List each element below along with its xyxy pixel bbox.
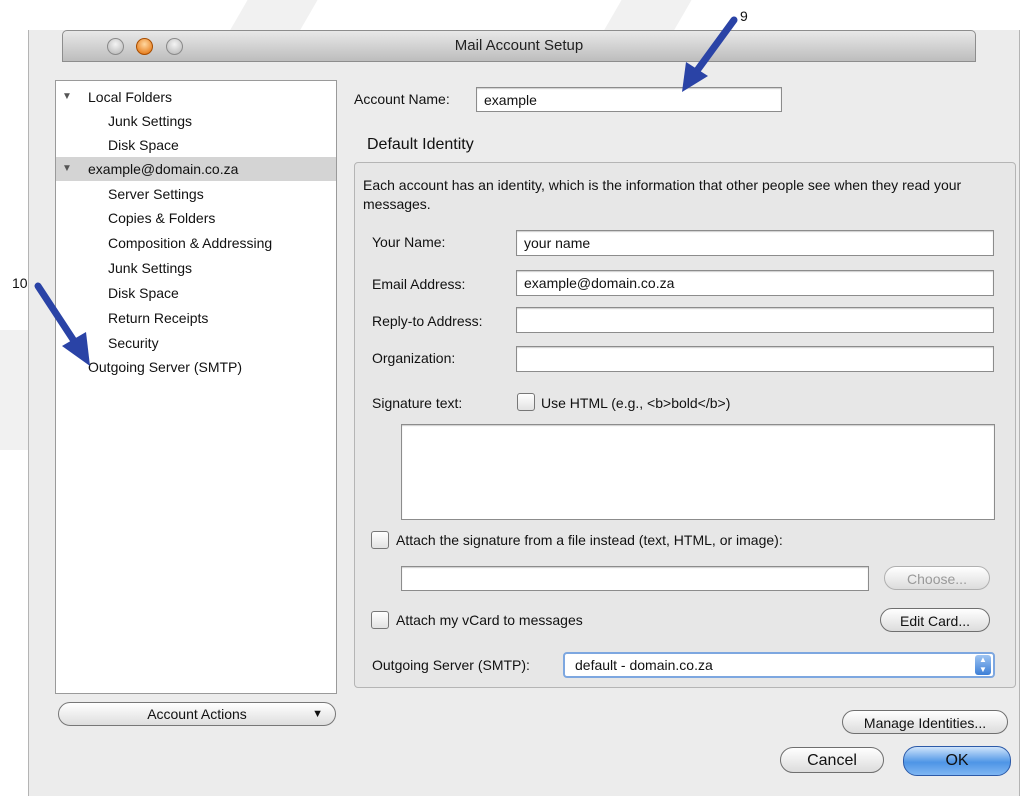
reply-to-label: Reply-to Address: bbox=[372, 313, 483, 329]
your-name-input[interactable]: your name bbox=[516, 230, 994, 256]
disclosure-triangle-icon[interactable]: ▼ bbox=[62, 157, 72, 181]
callout-arrow-10-icon bbox=[34, 282, 90, 366]
tree-item-security[interactable]: Security bbox=[56, 331, 336, 355]
tree-item-label: Local Folders bbox=[88, 89, 173, 105]
cancel-button[interactable]: Cancel bbox=[780, 747, 884, 773]
tree-item-disk-space-2[interactable]: Disk Space bbox=[56, 281, 336, 305]
tree-item-label: example@domain.co.za bbox=[88, 161, 239, 177]
use-html-checkbox[interactable] bbox=[517, 393, 535, 411]
email-address-input[interactable]: example@domain.co.za bbox=[516, 270, 994, 296]
edit-card-button[interactable]: Edit Card... bbox=[880, 608, 990, 632]
title-bar: Mail Account Setup bbox=[62, 30, 976, 62]
tree-item-composition[interactable]: Composition & Addressing bbox=[56, 231, 336, 255]
tree-item-return-receipts[interactable]: Return Receipts bbox=[56, 306, 336, 330]
attach-signature-checkbox[interactable] bbox=[371, 531, 389, 549]
manage-identities-button[interactable]: Manage Identities... bbox=[842, 710, 1008, 734]
tree-item-label: Copies & Folders bbox=[108, 210, 216, 226]
watermark-shape bbox=[0, 330, 28, 450]
account-actions-label: Account Actions bbox=[147, 706, 247, 722]
tree-item-label: Return Receipts bbox=[108, 310, 209, 326]
tree-item-label: Server Settings bbox=[108, 186, 204, 202]
tree-item-label: Security bbox=[108, 335, 159, 351]
your-name-label: Your Name: bbox=[372, 234, 446, 250]
attach-vcard-label: Attach my vCard to messages bbox=[396, 612, 583, 628]
signature-textarea[interactable] bbox=[401, 424, 995, 520]
outgoing-server-value: default - domain.co.za bbox=[575, 657, 713, 673]
signature-text-label: Signature text: bbox=[372, 395, 463, 411]
reply-to-input[interactable] bbox=[516, 307, 994, 333]
ok-button[interactable]: OK bbox=[903, 746, 1011, 776]
signature-file-input[interactable] bbox=[401, 566, 869, 591]
tree-item-label: Junk Settings bbox=[108, 113, 193, 129]
tree-item-label: Composition & Addressing bbox=[108, 235, 273, 251]
tree-item-label: Disk Space bbox=[108, 137, 179, 153]
account-actions-button[interactable]: Account Actions ▼ bbox=[58, 702, 336, 726]
select-stepper-icon: ▲ ▼ bbox=[975, 655, 991, 675]
attach-signature-label: Attach the signature from a file instead… bbox=[396, 532, 783, 548]
tree-item-server-settings[interactable]: Server Settings bbox=[56, 182, 336, 206]
tree-item-label: Junk Settings bbox=[108, 260, 193, 276]
tree-item-junk-settings[interactable]: Junk Settings bbox=[56, 109, 336, 133]
tree-item-junk-settings-2[interactable]: Junk Settings bbox=[56, 256, 336, 280]
attach-vcard-checkbox[interactable] bbox=[371, 611, 389, 629]
identity-description: Each account has an identity, which is t… bbox=[363, 177, 962, 212]
use-html-label: Use HTML (e.g., <b>bold</b>) bbox=[541, 395, 731, 411]
callout-number-10: 10 bbox=[12, 275, 28, 291]
tree-item-local-folders[interactable]: ▼ Local Folders bbox=[56, 85, 336, 109]
outgoing-server-label: Outgoing Server (SMTP): bbox=[372, 657, 530, 673]
callout-arrow-9-icon bbox=[682, 16, 738, 92]
tree-item-label: Disk Space bbox=[108, 285, 179, 301]
organization-label: Organization: bbox=[372, 350, 456, 366]
tree-item-outgoing-server[interactable]: Outgoing Server (SMTP) bbox=[56, 355, 336, 379]
tree-item-account[interactable]: ▼ example@domain.co.za bbox=[56, 157, 336, 181]
tree-item-label: Outgoing Server (SMTP) bbox=[88, 359, 243, 375]
callout-number-9: 9 bbox=[740, 8, 748, 24]
choose-file-button[interactable]: Choose... bbox=[884, 566, 990, 590]
outgoing-server-select[interactable]: default - domain.co.za ▲ ▼ bbox=[563, 652, 995, 678]
tree-item-copies-folders[interactable]: Copies & Folders bbox=[56, 206, 336, 230]
disclosure-triangle-icon[interactable]: ▼ bbox=[62, 85, 72, 109]
tree-item-disk-space[interactable]: Disk Space bbox=[56, 133, 336, 157]
email-address-label: Email Address: bbox=[372, 276, 466, 292]
section-header: Default Identity bbox=[367, 136, 474, 153]
window-title: Mail Account Setup bbox=[454, 37, 584, 54]
dropdown-arrow-icon: ▼ bbox=[312, 708, 323, 720]
account-name-label: Account Name: bbox=[354, 91, 450, 107]
organization-input[interactable] bbox=[516, 346, 994, 372]
account-tree[interactable]: ▼ Local Folders Junk Settings Disk Space… bbox=[55, 80, 337, 694]
